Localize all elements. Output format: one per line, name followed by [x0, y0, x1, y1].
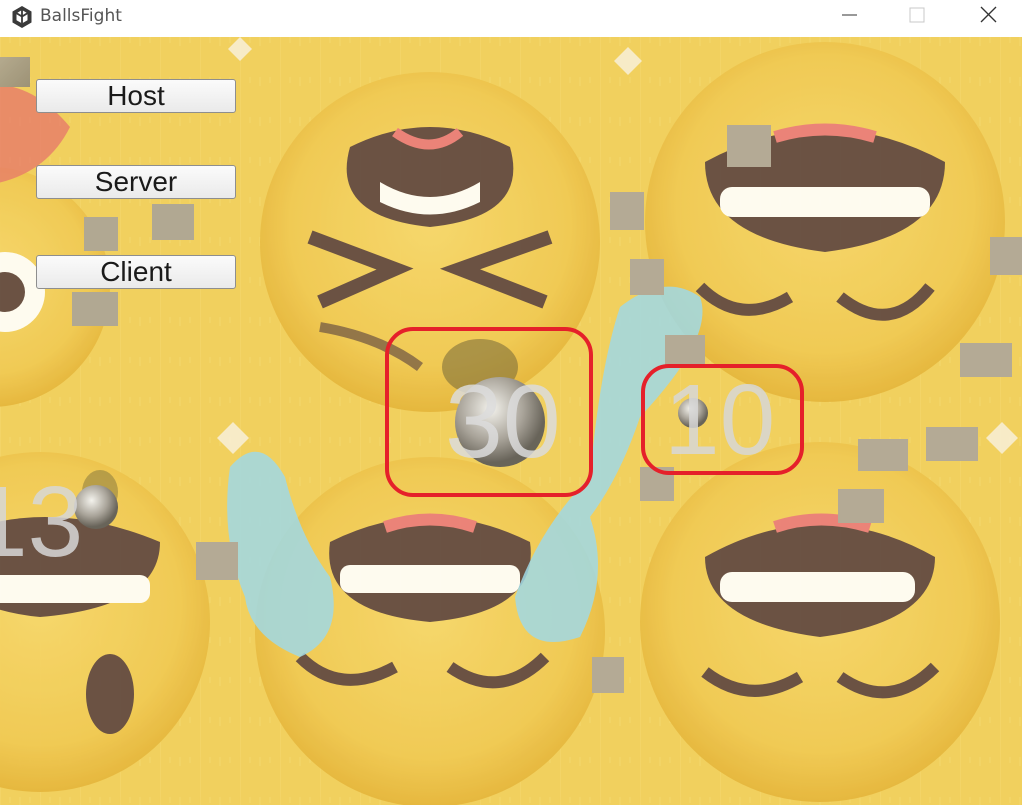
annotation-box-right: [641, 364, 804, 475]
maximize-icon[interactable]: [888, 0, 948, 30]
score-label-left: 13: [0, 466, 84, 578]
host-button[interactable]: Host: [36, 79, 236, 113]
annotation-box-center: [385, 327, 593, 497]
window-titlebar: BallsFight: [0, 0, 1022, 37]
close-icon[interactable]: [958, 0, 1018, 30]
server-button[interactable]: Server: [36, 165, 236, 199]
game-viewport[interactable]: Host Server Client 30 10 13: [0, 37, 1022, 805]
minimize-icon[interactable]: [820, 0, 880, 30]
window-title: BallsFight: [40, 6, 122, 26]
client-button[interactable]: Client: [36, 255, 236, 289]
unity-app-icon: [12, 6, 32, 28]
